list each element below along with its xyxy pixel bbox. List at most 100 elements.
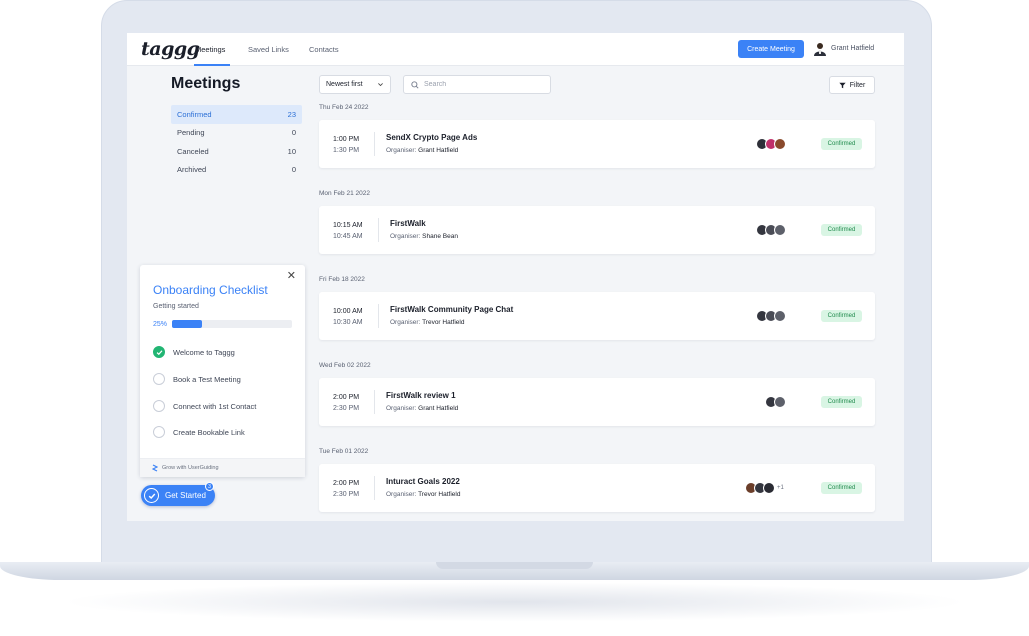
meeting-title[interactable]: FirstWalk Community Page Chat <box>390 305 513 314</box>
date-heading: Mon Feb 21 2022 <box>319 190 370 197</box>
status-filter-list: Confirmed 23 Pending 0 Canceled 10 Archi… <box>171 105 302 179</box>
meeting-card[interactable]: 2:00 PM 2:30 PM Inturact Goals 2022 Orga… <box>319 464 875 512</box>
filter-icon <box>839 82 846 88</box>
meeting-card[interactable]: 1:00 PM 1:30 PM SendX Crypto Page Ads Or… <box>319 120 875 168</box>
attendee-avatars[interactable] <box>756 137 786 150</box>
organiser-name: Trevor Hatfield <box>418 491 461 498</box>
filter-canceled[interactable]: Canceled 10 <box>171 142 302 161</box>
top-nav: taggg Meetings Saved Links Contacts Crea… <box>127 33 904 66</box>
meeting-title[interactable]: Inturact Goals 2022 <box>386 477 460 486</box>
check-empty-icon <box>153 400 165 412</box>
meeting-end: 2:30 PM <box>333 405 360 412</box>
sort-select[interactable]: Newest first <box>319 75 391 94</box>
attendee-avatars[interactable]: +1 <box>745 481 784 494</box>
status-badge: Confirmed <box>821 138 862 150</box>
checklist-footer[interactable]: Grow with UserGuiding <box>140 458 305 477</box>
meeting-organiser: Organiser: Grant Hatfield <box>386 405 458 412</box>
checklist-item[interactable]: Welcome to Taggg <box>153 345 235 359</box>
organiser-label: Organiser: <box>390 319 421 326</box>
organiser-name: Grant Hatfield <box>418 147 459 154</box>
user-avatar-icon[interactable] <box>814 42 826 56</box>
meeting-start: 10:15 AM <box>333 222 363 229</box>
checklist-progress-bar <box>172 320 292 328</box>
search-box <box>403 75 551 94</box>
date-heading: Thu Feb 24 2022 <box>319 104 369 111</box>
nav-meetings[interactable]: Meetings <box>195 45 225 54</box>
filter-button[interactable]: Filter <box>829 76 875 94</box>
logo[interactable]: taggg <box>141 38 200 60</box>
meeting-end: 2:30 PM <box>333 491 360 498</box>
checklist-subtitle: Getting started <box>153 303 199 310</box>
status-badge: Confirmed <box>821 310 862 322</box>
checklist-item[interactable]: Create Bookable Link <box>153 425 245 439</box>
meeting-card[interactable]: 2:00 PM 2:30 PM FirstWalk review 1 Organ… <box>319 378 875 426</box>
meeting-card[interactable]: 10:00 AM 10:30 AM FirstWalk Community Pa… <box>319 292 875 340</box>
checklist-title: Onboarding Checklist <box>153 283 268 297</box>
sort-value: Newest first <box>326 81 363 88</box>
organiser-label: Organiser: <box>390 233 421 240</box>
meeting-end: 1:30 PM <box>333 147 360 154</box>
user-name[interactable]: Grant Hatfield <box>831 45 874 52</box>
organiser-name: Grant Hatfield <box>418 405 459 412</box>
more-attendees-count: +1 <box>777 484 784 491</box>
status-badge: Confirmed <box>821 396 862 408</box>
date-heading: Fri Feb 18 2022 <box>319 276 365 283</box>
attendee-avatars[interactable] <box>756 223 786 236</box>
checklist-item-label: Connect with 1st Contact <box>173 401 257 411</box>
avatar <box>774 309 786 322</box>
laptop-notch <box>436 562 593 569</box>
attendee-avatars[interactable] <box>756 309 786 322</box>
status-badge: Confirmed <box>821 482 862 494</box>
get-started-button[interactable]: Get Started <box>141 485 215 506</box>
meeting-title[interactable]: FirstWalk <box>390 219 426 228</box>
filter-count: 0 <box>291 128 296 138</box>
check-circle-icon <box>144 488 159 503</box>
meeting-title[interactable]: SendX Crypto Page Ads <box>386 133 477 142</box>
meeting-organiser: Organiser: Trevor Hatfield <box>390 319 464 326</box>
page-title: Meetings <box>171 75 241 92</box>
filter-label: Archived <box>177 165 207 175</box>
notification-badge: 3 <box>205 482 214 491</box>
status-badge: Confirmed <box>821 224 862 236</box>
onboarding-checklist: ✕ Onboarding Checklist Getting started 2… <box>140 265 305 477</box>
meeting-end: 10:45 AM <box>333 233 363 240</box>
nav-contacts[interactable]: Contacts <box>309 45 339 54</box>
laptop-shadow <box>60 582 969 622</box>
filter-archived[interactable]: Archived 0 <box>171 161 302 180</box>
organiser-name: Shane Bean <box>422 233 458 240</box>
checklist-item-label: Create Bookable Link <box>173 427 245 437</box>
divider <box>378 218 379 242</box>
date-heading: Wed Feb 02 2022 <box>319 362 371 369</box>
check-empty-icon <box>153 426 165 438</box>
meeting-start: 10:00 AM <box>333 308 363 315</box>
meeting-times: 10:15 AM 10:45 AM <box>333 220 363 242</box>
meeting-times: 10:00 AM 10:30 AM <box>333 306 363 328</box>
checklist-item[interactable]: Connect with 1st Contact <box>153 399 256 413</box>
nav-active-indicator <box>194 64 230 66</box>
meeting-start: 1:00 PM <box>333 136 360 143</box>
meeting-organiser: Organiser: Shane Bean <box>390 233 458 240</box>
organiser-label: Organiser: <box>386 405 417 412</box>
filter-confirmed[interactable]: Confirmed 23 <box>171 105 302 124</box>
close-icon[interactable]: ✕ <box>287 269 296 282</box>
meeting-card[interactable]: 10:15 AM 10:45 AM FirstWalk Organiser: S… <box>319 206 875 254</box>
attendee-avatars[interactable] <box>765 395 786 408</box>
userguiding-icon <box>152 464 158 472</box>
search-input[interactable] <box>424 81 544 88</box>
meeting-start: 2:00 PM <box>333 394 360 401</box>
create-meeting-button[interactable]: Create Meeting <box>738 40 804 58</box>
checklist-item-label: Welcome to Taggg <box>173 347 235 357</box>
avatar <box>763 481 775 494</box>
app-screen: taggg Meetings Saved Links Contacts Crea… <box>127 33 904 521</box>
divider <box>378 304 379 328</box>
filter-pending[interactable]: Pending 0 <box>171 124 302 143</box>
check-empty-icon <box>153 373 165 385</box>
meeting-title[interactable]: FirstWalk review 1 <box>386 391 456 400</box>
date-heading: Tue Feb 01 2022 <box>319 448 369 455</box>
checklist-progress-label: 25% <box>153 321 168 328</box>
nav-saved-links[interactable]: Saved Links <box>248 45 289 54</box>
filter-count: 23 <box>287 109 296 119</box>
meeting-start: 2:00 PM <box>333 480 360 487</box>
checklist-item[interactable]: Book a Test Meeting <box>153 372 241 386</box>
get-started-label: Get Started <box>165 491 206 500</box>
